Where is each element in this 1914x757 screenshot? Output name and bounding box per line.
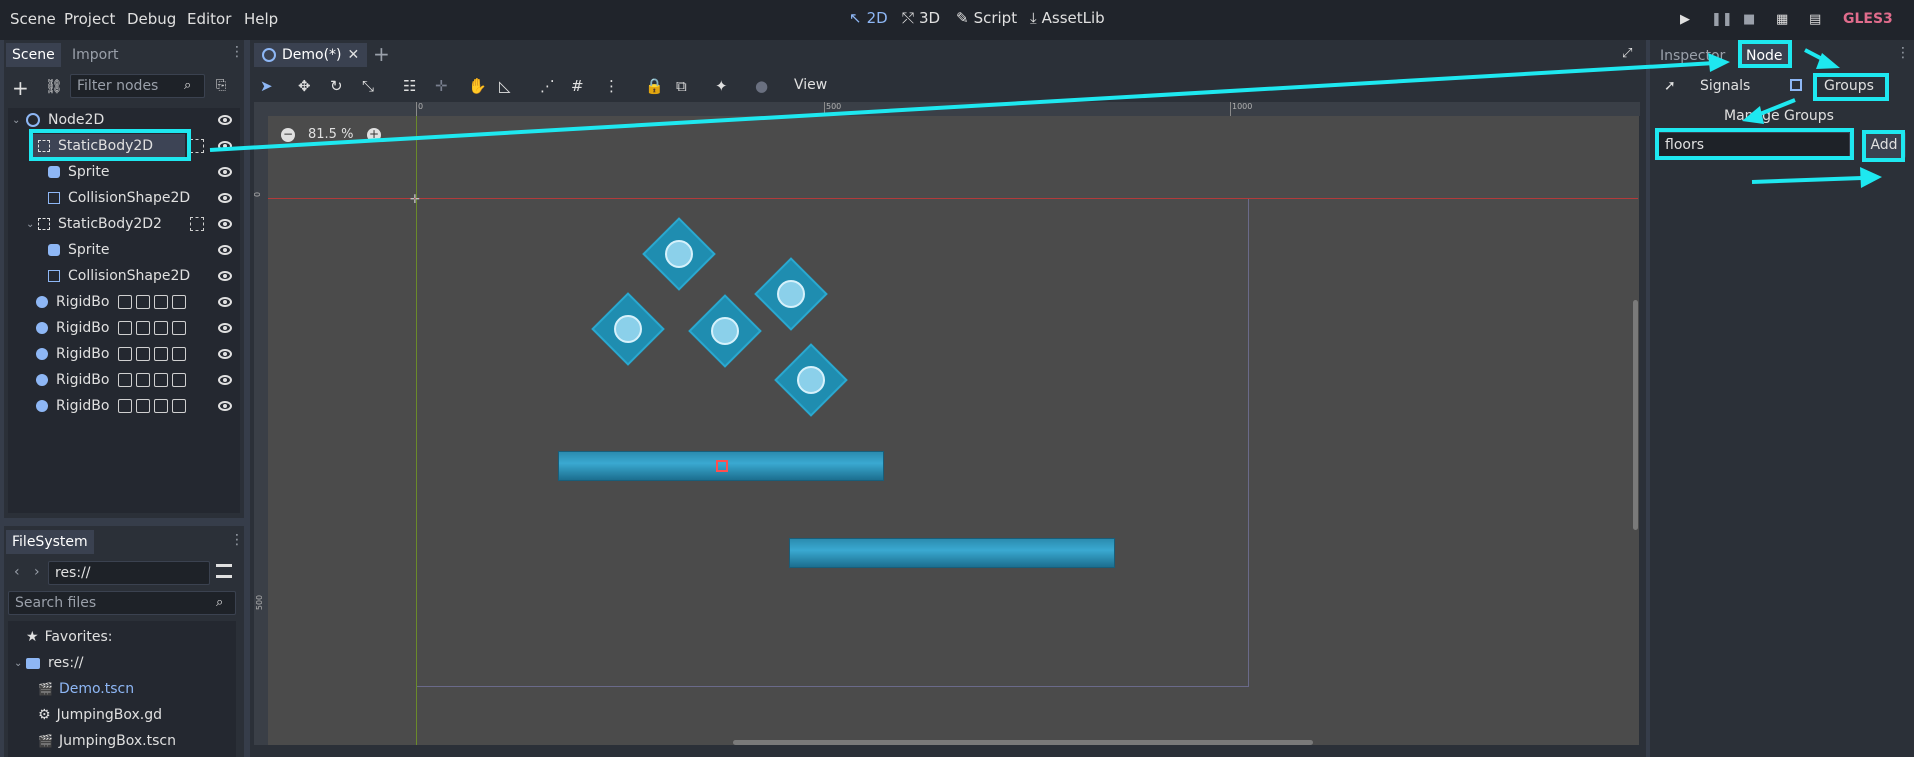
annotation-arrows	[209, 48, 1882, 188]
arrow-line	[209, 61, 1716, 152]
arrow-line	[1751, 176, 1863, 184]
arrowhead	[1708, 53, 1730, 72]
arrowhead	[1742, 106, 1764, 124]
arrowhead	[1860, 167, 1882, 188]
